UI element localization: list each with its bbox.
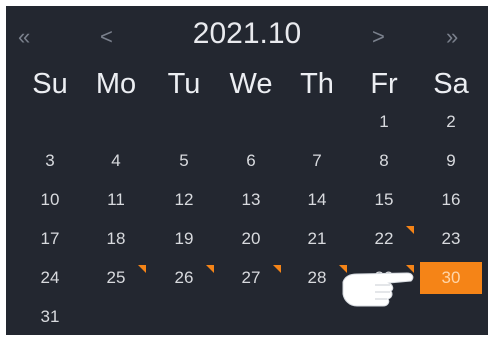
day-cell[interactable]: 24 [21, 263, 79, 293]
calendar-panel: « < 2021.10 > » Su Mo Tu We Th Fr Sa 123456789… [6, 6, 488, 335]
day-cell[interactable]: 12 [155, 185, 213, 215]
day-cell[interactable]: 19 [155, 224, 213, 254]
event-marker [206, 265, 214, 273]
day-cell[interactable]: 17 [21, 224, 79, 254]
day-cell[interactable]: 15 [355, 185, 413, 215]
day-cell[interactable]: 22 [355, 224, 413, 254]
event-marker [273, 265, 281, 273]
day-cell[interactable]: 25 [87, 263, 145, 293]
day-cell[interactable]: 18 [87, 224, 145, 254]
day-cell[interactable]: 4 [87, 146, 145, 176]
day-cell[interactable]: 26 [155, 263, 213, 293]
day-cell[interactable]: 2 [422, 107, 480, 137]
day-cell[interactable]: 31 [21, 302, 79, 332]
day-cell[interactable]: 23 [422, 224, 480, 254]
day-cell[interactable]: 14 [288, 185, 346, 215]
day-cell-selected[interactable]: 30 [420, 262, 482, 294]
day-cell[interactable]: 7 [288, 146, 346, 176]
event-marker [406, 226, 414, 234]
day-cell[interactable]: 1 [355, 107, 413, 137]
hand-pointer-icon [342, 272, 414, 307]
day-cell[interactable]: 9 [422, 146, 480, 176]
day-cell[interactable]: 3 [21, 146, 79, 176]
day-cell[interactable]: 8 [355, 146, 413, 176]
day-cell[interactable]: 21 [288, 224, 346, 254]
day-cell[interactable]: 13 [222, 185, 280, 215]
day-cell[interactable]: 6 [222, 146, 280, 176]
day-cell[interactable]: 16 [422, 185, 480, 215]
day-cell[interactable]: 10 [21, 185, 79, 215]
day-cell[interactable]: 11 [87, 185, 145, 215]
event-marker [138, 265, 146, 273]
day-cell[interactable]: 27 [222, 263, 280, 293]
day-cell[interactable]: 20 [222, 224, 280, 254]
day-cell[interactable]: 5 [155, 146, 213, 176]
